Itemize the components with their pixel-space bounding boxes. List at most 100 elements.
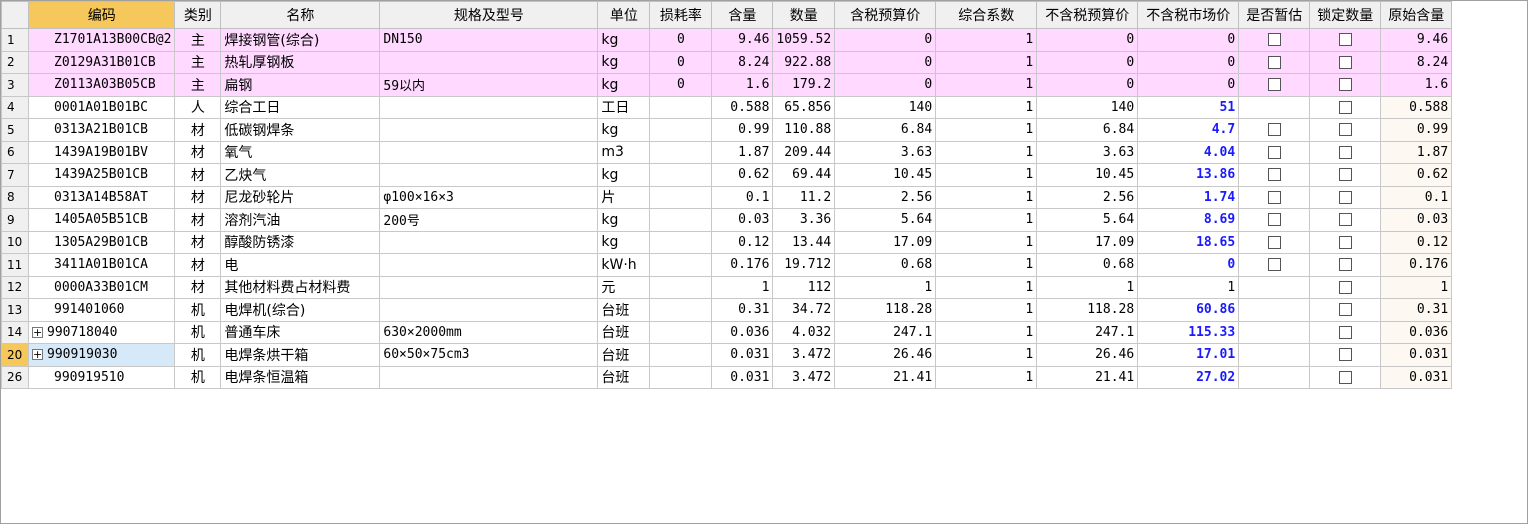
- col-header-content[interactable]: 含量: [711, 1, 774, 29]
- cell-unit[interactable]: kg: [597, 73, 651, 97]
- cell-notax-budget-price[interactable]: 0.68: [1036, 253, 1139, 277]
- cell-notax-budget-price[interactable]: 0: [1036, 73, 1139, 97]
- cell-unit[interactable]: kW·h: [597, 253, 651, 277]
- row-number[interactable]: 6: [1, 140, 29, 164]
- cell-unit[interactable]: 台班: [597, 298, 651, 322]
- cell-lock-quantity[interactable]: [1309, 343, 1382, 367]
- cell-original-content[interactable]: 1.87: [1380, 140, 1453, 164]
- cell-code[interactable]: 0313A21B01CB: [27, 118, 176, 142]
- provisional-checkbox[interactable]: [1267, 145, 1281, 159]
- cell-original-content[interactable]: 0.1: [1380, 185, 1453, 209]
- cell-spec[interactable]: [379, 275, 599, 299]
- cell-name[interactable]: 电焊条烘干箱: [220, 343, 381, 367]
- cell-lock-quantity[interactable]: [1309, 230, 1382, 254]
- cell-coefficient[interactable]: 1: [935, 50, 1038, 74]
- cell-category[interactable]: 材: [174, 140, 222, 164]
- cell-tax-budget-price[interactable]: 0: [834, 73, 937, 97]
- cell-unit[interactable]: m3: [597, 140, 651, 164]
- cell-content[interactable]: 9.46: [711, 28, 774, 52]
- cell-notax-market-price[interactable]: 4.04: [1137, 140, 1240, 164]
- cell-lock-quantity[interactable]: [1309, 28, 1382, 52]
- row-number[interactable]: 26: [1, 365, 29, 389]
- cell-category[interactable]: 材: [174, 253, 222, 277]
- cell-quantity[interactable]: 3.472: [772, 343, 836, 367]
- lock-quantity-checkbox[interactable]: [1338, 190, 1352, 204]
- cell-unit[interactable]: kg: [597, 208, 651, 232]
- cell-quantity[interactable]: 11.2: [772, 185, 836, 209]
- cell-name[interactable]: 综合工日: [220, 95, 381, 119]
- table-row[interactable]: 13 991401060 机电焊机(综合) 台班 0.31 34.72 118.28 1 118…: [1, 298, 1453, 322]
- cell-provisional[interactable]: [1238, 253, 1311, 277]
- lock-quantity-checkbox[interactable]: [1338, 100, 1352, 114]
- cell-content[interactable]: 1: [711, 275, 774, 299]
- cell-code[interactable]: +990718040: [27, 320, 176, 344]
- cell-name[interactable]: 乙炔气: [220, 163, 381, 187]
- cell-tax-budget-price[interactable]: 0: [834, 28, 937, 52]
- cell-notax-market-price[interactable]: 0: [1137, 253, 1240, 277]
- cell-code[interactable]: Z1701A13B00CB@2: [27, 28, 176, 52]
- cell-unit[interactable]: 工日: [597, 95, 651, 119]
- cell-category[interactable]: 材: [174, 185, 222, 209]
- provisional-checkbox[interactable]: [1267, 190, 1281, 204]
- col-header-name[interactable]: 名称: [220, 1, 381, 29]
- cell-code[interactable]: 3411A01B01CA: [27, 253, 176, 277]
- cell-provisional[interactable]: [1238, 275, 1311, 299]
- cell-lock-quantity[interactable]: [1309, 73, 1382, 97]
- cell-category[interactable]: 材: [174, 275, 222, 299]
- cell-coefficient[interactable]: 1: [935, 185, 1038, 209]
- cell-coefficient[interactable]: 1: [935, 230, 1038, 254]
- cell-notax-budget-price[interactable]: 0: [1036, 50, 1139, 74]
- cell-coefficient[interactable]: 1: [935, 28, 1038, 52]
- lock-quantity-checkbox[interactable]: [1338, 348, 1352, 362]
- cell-loss-rate[interactable]: [649, 118, 713, 142]
- cell-quantity[interactable]: 922.88: [772, 50, 836, 74]
- cell-unit[interactable]: 元: [597, 275, 651, 299]
- cell-loss-rate[interactable]: [649, 140, 713, 164]
- cell-quantity[interactable]: 19.712: [772, 253, 836, 277]
- cell-loss-rate[interactable]: 0: [649, 73, 713, 97]
- col-header-lock-quantity[interactable]: 锁定数量: [1309, 1, 1382, 29]
- cell-spec[interactable]: [379, 95, 599, 119]
- cell-notax-market-price[interactable]: 1: [1137, 275, 1240, 299]
- cell-content[interactable]: 0.176: [711, 253, 774, 277]
- cell-content[interactable]: 0.036: [711, 320, 774, 344]
- cell-notax-market-price[interactable]: 0: [1137, 73, 1240, 97]
- cell-coefficient[interactable]: 1: [935, 73, 1038, 97]
- cell-original-content[interactable]: 1.6: [1380, 73, 1453, 97]
- cell-unit[interactable]: 台班: [597, 320, 651, 344]
- expand-toggle-icon[interactable]: +: [32, 326, 43, 338]
- cell-content[interactable]: 1.6: [711, 73, 774, 97]
- lock-quantity-checkbox[interactable]: [1338, 258, 1352, 272]
- lock-quantity-checkbox[interactable]: [1338, 235, 1352, 249]
- row-number[interactable]: 5: [1, 118, 29, 142]
- cell-tax-budget-price[interactable]: 247.1: [834, 320, 937, 344]
- row-number[interactable]: 14: [1, 320, 29, 344]
- table-row[interactable]: 10 1305A29B01CB 材醇酸防锈漆 kg 0.12 13.44 17.09 1 17.…: [1, 230, 1453, 254]
- cell-loss-rate[interactable]: 0: [649, 28, 713, 52]
- cell-code[interactable]: Z0129A31B01CB: [27, 50, 176, 74]
- cell-notax-market-price[interactable]: 51: [1137, 95, 1240, 119]
- cell-category[interactable]: 主: [174, 73, 222, 97]
- cell-notax-market-price[interactable]: 1.74: [1137, 185, 1240, 209]
- cell-unit[interactable]: kg: [597, 118, 651, 142]
- cell-tax-budget-price[interactable]: 0: [834, 50, 937, 74]
- cell-unit[interactable]: kg: [597, 28, 651, 52]
- cell-quantity[interactable]: 209.44: [772, 140, 836, 164]
- cell-provisional[interactable]: [1238, 230, 1311, 254]
- cell-original-content[interactable]: 0.176: [1380, 253, 1453, 277]
- cell-spec[interactable]: DN150: [379, 28, 599, 52]
- cell-tax-budget-price[interactable]: 0.68: [834, 253, 937, 277]
- cell-name[interactable]: 其他材料费占材料费: [220, 275, 381, 299]
- cell-notax-market-price[interactable]: 4.7: [1137, 118, 1240, 142]
- cell-tax-budget-price[interactable]: 10.45: [834, 163, 937, 187]
- cell-quantity[interactable]: 3.472: [772, 365, 836, 389]
- cell-notax-market-price[interactable]: 60.86: [1137, 298, 1240, 322]
- table-row[interactable]: 6 1439A19B01BV 材氧气 m3 1.87 209.44 3.63 1 3.63 4.0…: [1, 140, 1453, 164]
- cell-loss-rate[interactable]: [649, 320, 713, 344]
- cell-provisional[interactable]: [1238, 118, 1311, 142]
- cell-notax-market-price[interactable]: 0: [1137, 50, 1240, 74]
- table-row[interactable]: 14 +990718040 机普通车床 630×2000mm 台班 0.036 4.032 2…: [1, 320, 1453, 344]
- cell-name[interactable]: 醇酸防锈漆: [220, 230, 381, 254]
- cell-coefficient[interactable]: 1: [935, 365, 1038, 389]
- cell-provisional[interactable]: [1238, 343, 1311, 367]
